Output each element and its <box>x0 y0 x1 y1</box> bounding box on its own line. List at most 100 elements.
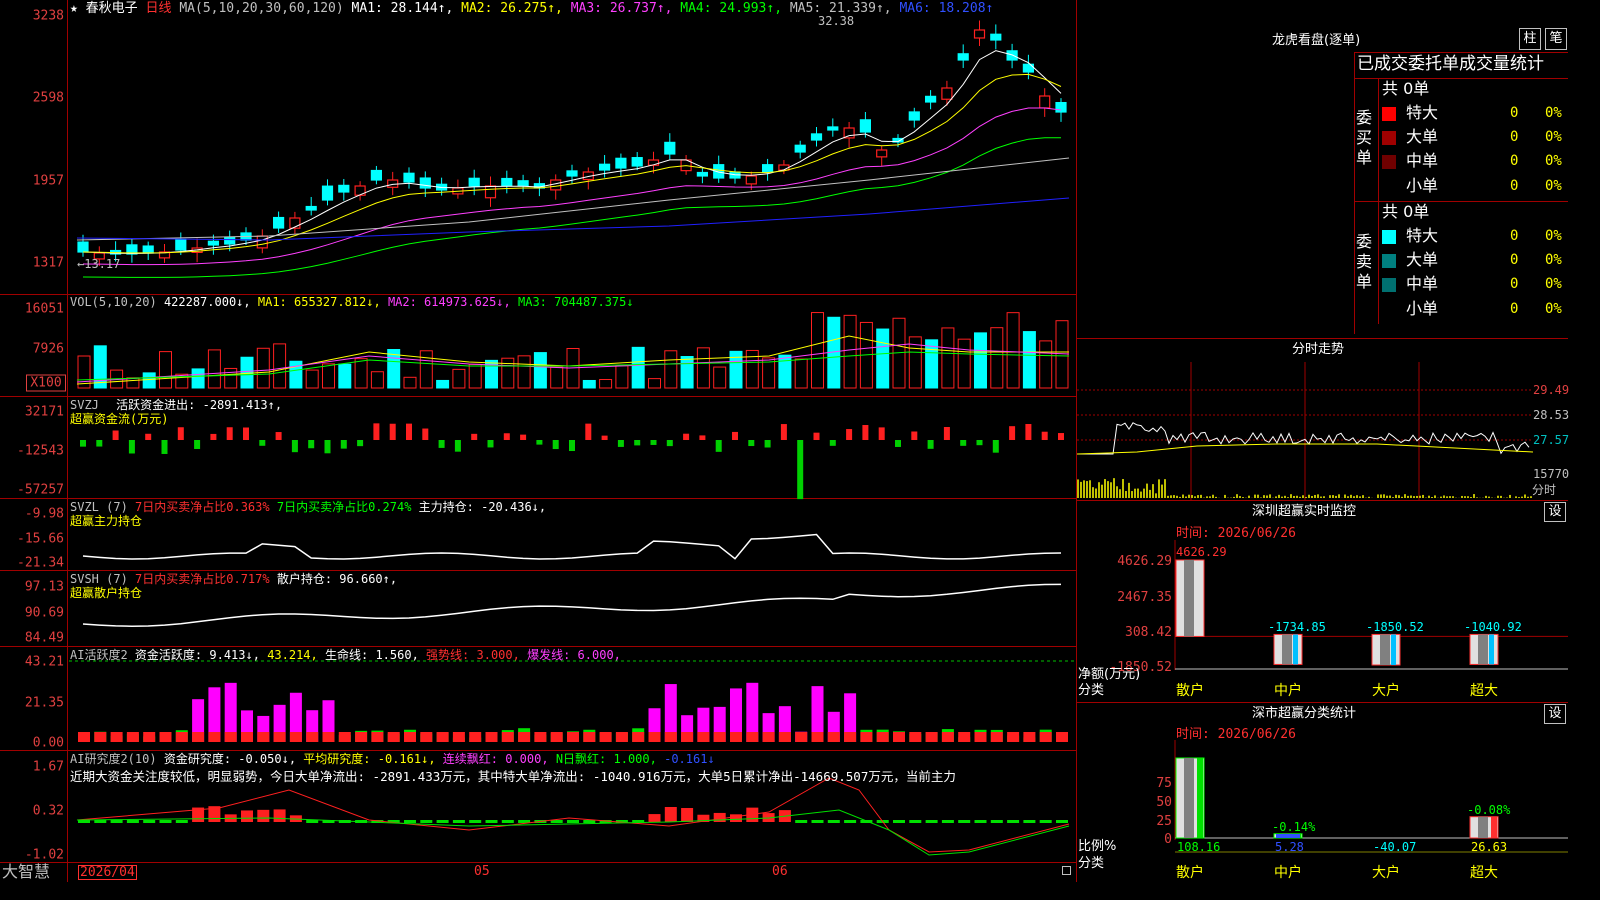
buy-row-pct: 0% <box>1545 129 1562 145</box>
monitor-category-label: 大户 <box>1372 682 1400 699</box>
fenshi-unit: 分时 <box>1532 483 1557 497</box>
candle-down <box>207 240 219 246</box>
sell-row-name: 中单 <box>1406 274 1439 293</box>
class-category-label: 超大 <box>1470 865 1498 881</box>
volume-bar <box>1039 340 1053 389</box>
intraday-volume-bar <box>1521 496 1523 498</box>
main-ytick: 2598 <box>32 90 64 106</box>
ai1-base-bar <box>175 732 188 742</box>
intraday-volume-bar <box>1191 495 1193 498</box>
intraday-volume-bar <box>1155 493 1157 498</box>
intraday-volume-bar <box>1311 496 1313 498</box>
period-label[interactable]: 日线 <box>146 1 172 16</box>
price-chart-canvas[interactable] <box>69 0 1076 862</box>
svzj-bar <box>96 440 103 447</box>
ma4-value: MA4: 24.993↑, <box>680 1 783 16</box>
svzj-bar <box>471 433 478 440</box>
sell-row-count: 0 <box>1510 276 1519 292</box>
stock-name[interactable]: 春秋电子 <box>86 1 138 16</box>
buy-row-pct: 0% <box>1545 105 1562 121</box>
monitor-settings-button[interactable]: 设 <box>1544 502 1566 522</box>
svzj-bar <box>80 440 86 447</box>
tab-bar-mode[interactable]: 柱 <box>1519 28 1541 50</box>
buy-row-name: 小单 <box>1406 176 1439 195</box>
ai2-bar <box>909 820 922 823</box>
intraday-volume-bar <box>1419 495 1421 498</box>
volume-bar <box>419 350 433 389</box>
high-price-marker: 32.38 <box>818 14 855 28</box>
monitor-bar-edge <box>1293 634 1298 665</box>
svzj-bar <box>1041 431 1048 440</box>
intraday-volume-bar <box>1413 496 1415 498</box>
svsh-line <box>82 583 1062 627</box>
intraday-volume-bar <box>1449 496 1451 498</box>
volume-bar <box>941 327 955 389</box>
intraday-volume-bar <box>1173 495 1175 498</box>
buy-row-pct: 0% <box>1545 178 1562 194</box>
class-bar-edge <box>1491 816 1497 838</box>
svzj-bar <box>438 440 445 448</box>
candle-down <box>338 184 350 193</box>
intraday-volume-bar <box>1263 495 1265 498</box>
ai2-bar <box>648 814 661 822</box>
candle-up <box>876 149 888 158</box>
ai1-ytick: 0.00 <box>32 735 64 751</box>
svzj-ytick: 32171 <box>24 404 64 420</box>
brand-logo: 大智慧 <box>2 862 51 881</box>
tab-tick-mode[interactable]: 笔 <box>1545 28 1567 50</box>
fenshi-ytick: 15770 <box>1533 467 1570 481</box>
buy-row-pct: 0% <box>1545 153 1562 169</box>
intraday-volume-bar <box>1287 497 1289 498</box>
intraday-volume-bar <box>1206 496 1208 498</box>
monitor-value-label: -1850.52 <box>1366 620 1424 634</box>
ai2-bar <box>110 820 123 823</box>
ai1-base-bar <box>583 732 596 742</box>
intraday-volume-bar <box>1473 494 1475 498</box>
intraday-volume-bar <box>1266 495 1268 498</box>
monitor-time: 时间: 2026/06/26 <box>1176 526 1296 541</box>
intraday-volume-bar <box>1338 494 1340 498</box>
class-settings-button[interactable]: 设 <box>1544 704 1566 724</box>
svzj-ytick: -57257 <box>17 482 64 498</box>
svzj-bar <box>291 440 298 453</box>
candle-up <box>484 185 497 199</box>
svzl-t1: 7日内买卖净占比0.363% <box>135 500 270 514</box>
star-icon[interactable]: ★ <box>70 1 78 16</box>
intraday-volume-bar <box>1422 494 1424 498</box>
ai1-t3: 生命线: 1.560, <box>325 648 419 662</box>
intraday-volume-bar <box>1110 482 1112 498</box>
legend-swatch <box>1382 131 1396 145</box>
lock-icon[interactable] <box>1062 866 1071 875</box>
candle-down <box>598 163 611 171</box>
class-bar-chart: 108.16 散户 5.28 中户 -40.07 大户 26.63 超大 -0.14% -0.08… <box>1174 740 1568 881</box>
ai1-base-bar <box>860 732 873 742</box>
candle-down <box>810 133 823 141</box>
main-ytick: 3238 <box>32 8 64 24</box>
intraday-volume-bar <box>1254 494 1256 498</box>
sell-row-count: 0 <box>1510 228 1519 244</box>
ai2-bar <box>420 820 433 823</box>
buy-row-count: 0 <box>1510 153 1519 169</box>
monitor-bar-core <box>1478 634 1488 665</box>
ai2-title: AI研究度2(10) <box>70 752 157 766</box>
ai2-bar <box>469 820 482 823</box>
svzj-bar <box>992 440 999 453</box>
ai1-base-bar <box>762 732 775 742</box>
ai1-base-bar <box>404 732 416 742</box>
intraday-volume-bar <box>1080 481 1082 498</box>
intraday-chart[interactable] <box>1077 362 1568 500</box>
svsh-ytick: 84.49 <box>24 630 64 646</box>
class-bar <box>1276 834 1300 838</box>
vol-ytick: 7926 <box>32 341 64 357</box>
intraday-volume-bar <box>1188 494 1190 498</box>
ai2-bar <box>485 820 498 823</box>
legend-swatch <box>1382 278 1396 292</box>
ai1-base-bar <box>844 732 857 742</box>
buy-orders-label: 委买单 <box>1356 108 1373 167</box>
intraday-volume-bar <box>1380 494 1382 498</box>
class-category-label: 中户 <box>1274 864 1302 881</box>
ai2-bar <box>811 820 824 823</box>
ai2-bar <box>273 809 286 822</box>
volume-bar <box>794 358 808 389</box>
intraday-volume-bar <box>1476 497 1478 498</box>
